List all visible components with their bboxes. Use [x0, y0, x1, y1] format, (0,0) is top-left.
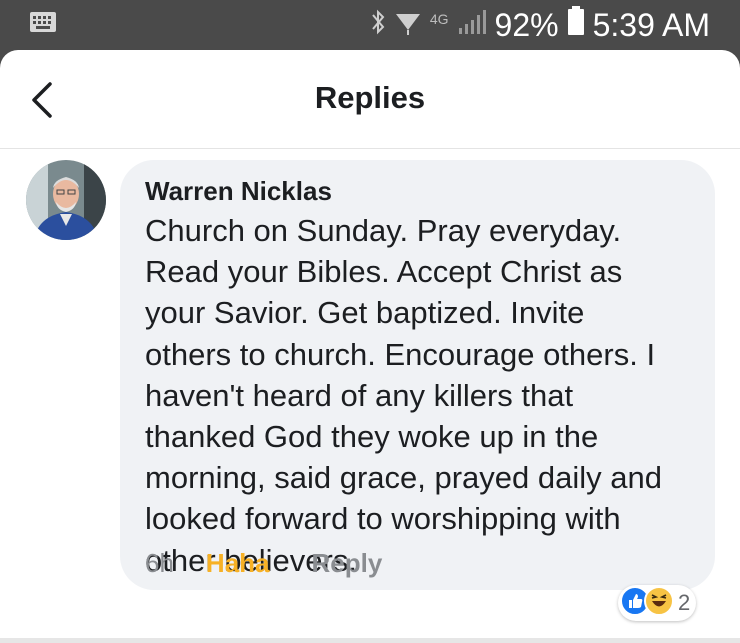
bluetooth-icon — [370, 7, 386, 44]
comment-bubble: Warren Nicklas Church on Sunday. Pray ev… — [120, 160, 715, 590]
comment-line: your Savior. Get baptized. Invite — [145, 295, 585, 331]
comment-author[interactable]: Warren Nicklas — [145, 176, 693, 206]
signal-icon — [457, 7, 487, 44]
haha-icon — [644, 585, 674, 621]
reaction-summary[interactable]: 2 — [618, 585, 697, 621]
battery-icon — [567, 6, 585, 44]
avatar[interactable] — [26, 160, 106, 240]
network-type: 4G — [429, 11, 449, 27]
keyboard-icon — [30, 12, 56, 37]
status-bar: 4G 92% 5:39 AM — [0, 0, 740, 50]
haha-reaction-button[interactable]: Haha — [206, 548, 270, 579]
comment-line: others to church. Encourage others. I — [145, 336, 656, 372]
page-title: Replies — [314, 80, 426, 115]
comment-body: Church on Sunday. Pray everyday. Read yo… — [145, 210, 705, 581]
comment-line: morning, said grace, prayed daily and — [145, 460, 662, 496]
battery-percent: 92% — [494, 6, 559, 43]
header: Replies — [0, 50, 740, 149]
wifi-icon — [394, 7, 422, 44]
comment-line: haven't heard of any killers that — [145, 377, 574, 413]
comment-line: Church on Sunday. Pray everyday. — [145, 213, 622, 248]
reply-button[interactable]: Reply — [312, 548, 383, 579]
comment-line: thanked God they woke up in the — [145, 419, 599, 455]
comment-time[interactable]: 6h — [145, 548, 174, 579]
comment-line: Read your Bibles. Accept Christ as — [145, 254, 623, 290]
clock: 5:39 AM — [592, 6, 710, 43]
divider — [0, 638, 740, 643]
reaction-count: 2 — [678, 590, 691, 615]
comment-actions: 6h Haha Reply — [145, 548, 382, 579]
comment-line: looked forward to worshipping with — [145, 501, 621, 537]
